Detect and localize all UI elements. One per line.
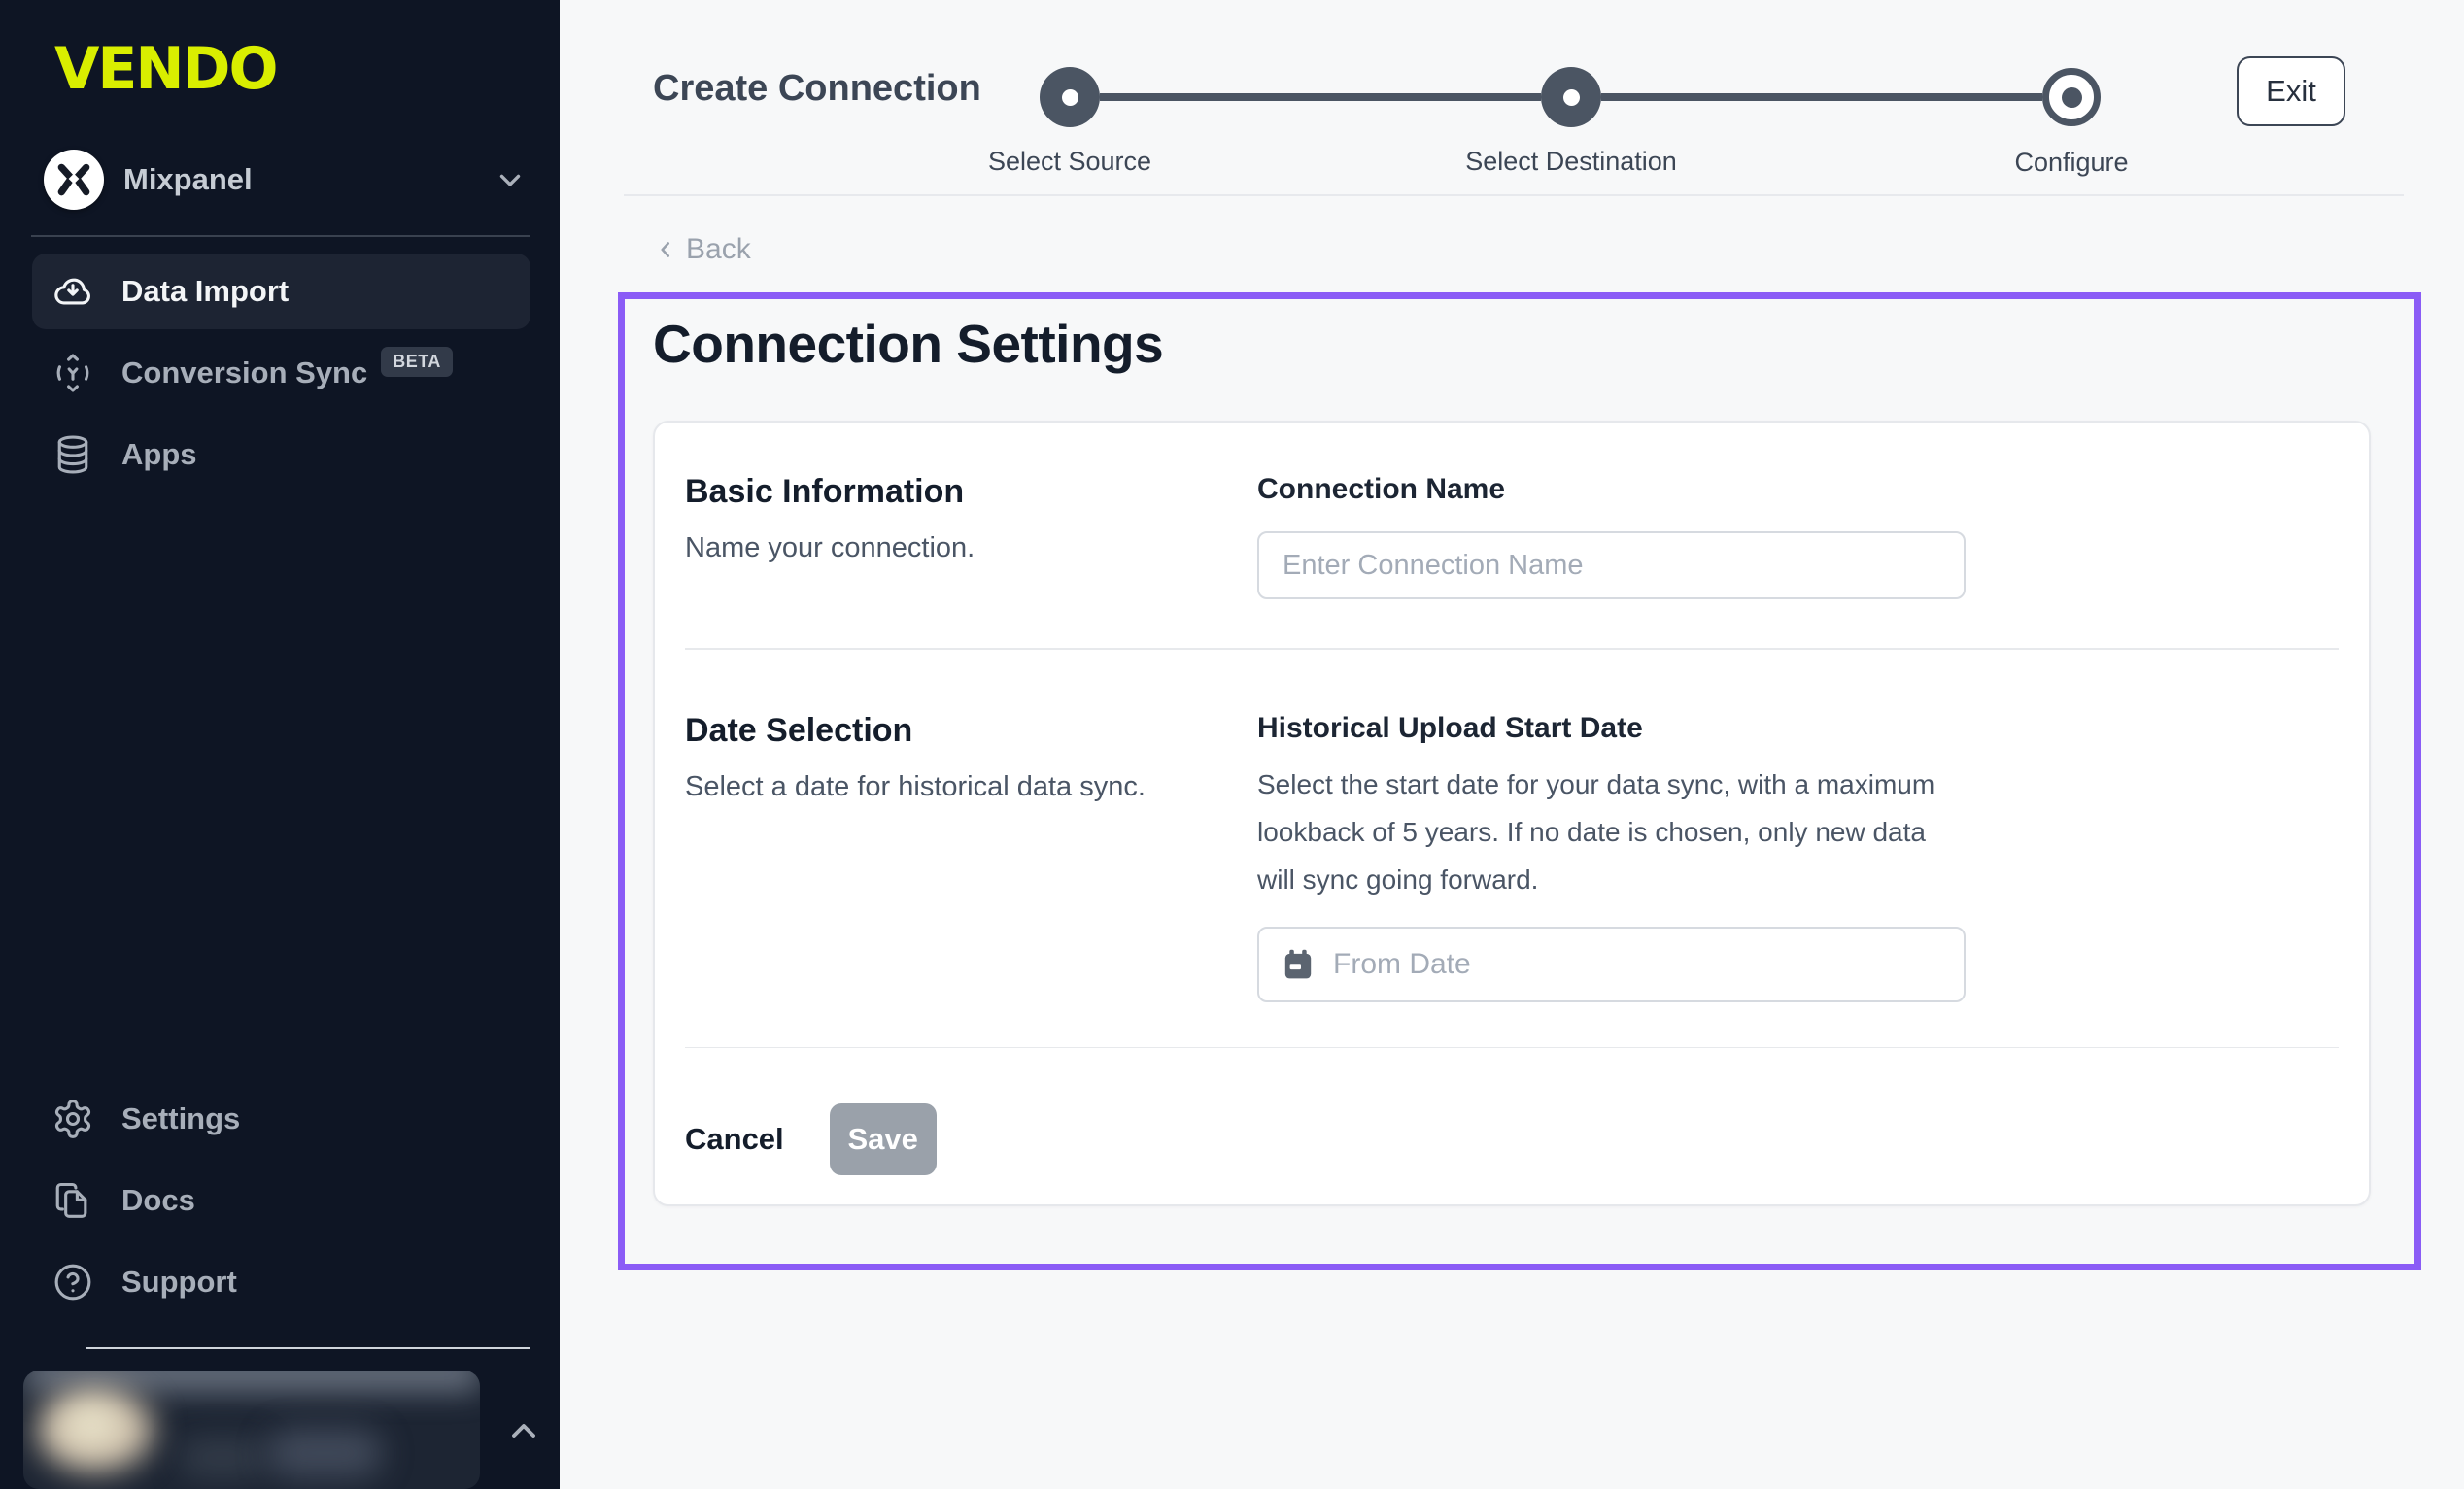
stepper: Select Source Select Destination Configu… xyxy=(1040,67,2101,127)
sidebar-item-conversion-sync[interactable]: Conversion Sync BETA xyxy=(32,335,530,411)
connection-name-input[interactable] xyxy=(1257,531,1966,599)
section-description: Select a date for historical data sync. xyxy=(685,771,1257,803)
sidebar-divider xyxy=(31,235,530,237)
workspace-name: Mixpanel xyxy=(123,162,494,197)
exit-button[interactable]: Exit xyxy=(2237,56,2345,126)
sidebar-item-label: Settings xyxy=(121,1101,240,1136)
form-actions: Cancel Save xyxy=(685,1048,2339,1204)
pages-icon xyxy=(51,1179,94,1222)
step-label: Configure xyxy=(2014,148,2128,178)
wizard-title: Create Connection xyxy=(653,68,981,110)
vendo-logo: VENDO xyxy=(54,35,560,103)
from-date-input[interactable]: From Date xyxy=(1257,927,1966,1002)
section-description: Name your connection. xyxy=(685,532,1257,564)
back-link[interactable]: Back xyxy=(653,233,751,266)
step-configure[interactable]: Configure xyxy=(2042,68,2101,126)
user-profile-blurred[interactable] xyxy=(23,1371,480,1489)
step-dot-filled xyxy=(1040,67,1100,127)
sidebar-footer-nav: Settings Docs xyxy=(32,1081,530,1326)
sidebar-item-label: Data Import xyxy=(121,274,289,309)
step-label: Select Destination xyxy=(1465,147,1677,177)
sidebar-nav: Data Import Conversion Sync BETA xyxy=(32,254,530,498)
question-circle-icon xyxy=(51,1261,94,1303)
sidebar-item-support[interactable]: Support xyxy=(32,1244,530,1320)
sidebar-footer-divider xyxy=(86,1347,530,1349)
section-title: Basic Information xyxy=(685,473,1257,511)
beta-badge: BETA xyxy=(381,347,453,377)
step-dot-current xyxy=(2042,68,2101,126)
cloud-download-icon xyxy=(51,270,94,313)
basic-information-section: Basic Information Name your connection. … xyxy=(685,423,2339,648)
sidebar-item-docs[interactable]: Docs xyxy=(32,1163,530,1238)
app-window: VENDO Mixpanel xyxy=(0,0,2464,1489)
sidebar-item-label: Conversion Sync xyxy=(121,355,367,390)
step-connector xyxy=(1601,93,2042,101)
connection-name-label: Connection Name xyxy=(1257,473,2339,506)
connection-settings-highlight: Connection Settings Basic Information Na… xyxy=(618,292,2421,1270)
database-icon xyxy=(51,433,94,476)
sync-arrows-icon xyxy=(51,352,94,394)
sidebar-item-apps[interactable]: Apps xyxy=(32,417,530,492)
user-profile-row xyxy=(23,1371,560,1489)
section-title: Date Selection xyxy=(685,712,1257,750)
workspace-selector[interactable]: Mixpanel xyxy=(44,150,527,210)
sidebar: VENDO Mixpanel xyxy=(0,0,560,1489)
gear-icon xyxy=(51,1098,94,1140)
page-title: Connection Settings xyxy=(653,313,2414,375)
date-selection-section: Date Selection Select a date for histori… xyxy=(685,650,2339,1047)
step-select-source[interactable]: Select Source xyxy=(1040,67,1100,127)
historical-upload-start-date-label: Historical Upload Start Date xyxy=(1257,712,2339,745)
wizard-header: Create Connection Select Source Select D… xyxy=(560,0,2464,196)
main-area: Create Connection Select Source Select D… xyxy=(560,0,2464,1489)
sidebar-item-label: Docs xyxy=(121,1183,195,1218)
step-select-destination[interactable]: Select Destination xyxy=(1541,67,1601,127)
from-date-placeholder: From Date xyxy=(1333,948,1471,981)
step-connector xyxy=(1100,93,1541,101)
sidebar-item-label: Support xyxy=(121,1265,237,1300)
settings-card: Basic Information Name your connection. … xyxy=(653,421,2371,1206)
step-dot-filled xyxy=(1541,67,1601,127)
calendar-icon xyxy=(1281,947,1316,982)
back-label: Back xyxy=(686,233,751,266)
sidebar-item-data-import[interactable]: Data Import xyxy=(32,254,530,329)
date-field-description: Select the start date for your data sync… xyxy=(1257,761,1937,903)
chevron-left-icon xyxy=(653,237,678,262)
save-button[interactable]: Save xyxy=(830,1103,937,1175)
chevron-down-icon xyxy=(494,163,527,196)
sidebar-item-label: Apps xyxy=(121,437,197,472)
cancel-button[interactable]: Cancel xyxy=(685,1122,784,1157)
chevron-up-icon[interactable] xyxy=(498,1405,549,1456)
sidebar-item-settings[interactable]: Settings xyxy=(32,1081,530,1157)
mixpanel-logo-icon xyxy=(44,150,104,210)
step-label: Select Source xyxy=(988,147,1151,177)
